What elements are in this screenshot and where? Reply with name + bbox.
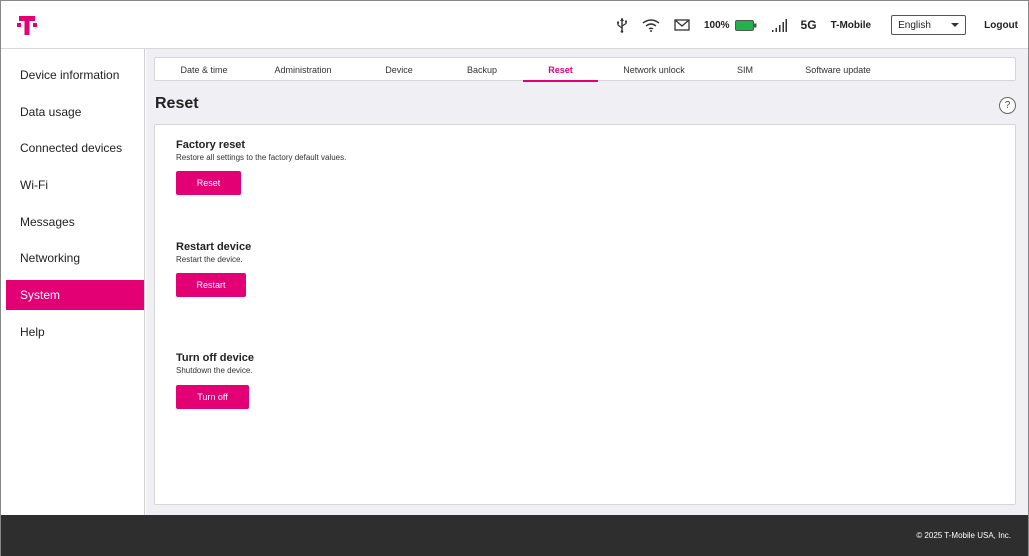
turn-off-button[interactable]: Turn off bbox=[176, 385, 249, 409]
section-description: Restore all settings to the factory defa… bbox=[176, 153, 347, 162]
sidebar-item-networking[interactable]: Networking bbox=[6, 243, 144, 273]
tab-software-update[interactable]: Software update bbox=[791, 58, 885, 82]
factory-reset-section: Factory reset Restore all settings to th… bbox=[176, 139, 346, 162]
copyright-text: © 2025 T-Mobile USA, Inc. bbox=[916, 531, 1011, 540]
chevron-down-icon bbox=[951, 23, 960, 27]
sidebar-item-messages[interactable]: Messages bbox=[6, 207, 144, 237]
restart-button[interactable]: Restart bbox=[176, 273, 246, 297]
tab-sim[interactable]: SIM bbox=[723, 58, 767, 82]
tab-bar: Date & time Administration Device Backup… bbox=[154, 57, 1016, 82]
sidebar-item-help[interactable]: Help bbox=[6, 317, 144, 347]
t-mobile-logo[interactable] bbox=[17, 14, 37, 36]
page-title: Reset bbox=[155, 95, 199, 112]
language-select[interactable]: English bbox=[891, 15, 967, 35]
signal-icon bbox=[771, 18, 787, 32]
tab-administration[interactable]: Administration bbox=[265, 58, 341, 82]
sidebar-item-wifi[interactable]: Wi-Fi bbox=[6, 170, 144, 200]
tab-date-time[interactable]: Date & time bbox=[171, 58, 237, 82]
wifi-icon[interactable] bbox=[642, 18, 660, 32]
mail-icon[interactable] bbox=[674, 19, 690, 31]
section-description: Shutdown the device. bbox=[176, 366, 253, 375]
section-title: Turn off device bbox=[176, 352, 255, 364]
sidebar-item-connected-devices[interactable]: Connected devices bbox=[6, 133, 144, 163]
section-description: Restart the device. bbox=[176, 255, 243, 264]
top-bar: 100% 5G T-Mobile English Logout bbox=[1, 1, 1028, 49]
help-button[interactable]: ? bbox=[999, 97, 1016, 114]
language-value: English bbox=[898, 19, 931, 31]
tab-network-unlock[interactable]: Network unlock bbox=[615, 58, 693, 82]
app-window: 100% 5G T-Mobile English Logout Device i… bbox=[0, 0, 1029, 556]
network-type: 5G bbox=[800, 18, 817, 32]
sidebar-item-system[interactable]: System bbox=[6, 280, 144, 310]
turn-off-device-section: Turn off device Shutdown the device. bbox=[176, 352, 254, 375]
section-title: Restart device bbox=[176, 241, 252, 253]
footer: © 2025 T-Mobile USA, Inc. bbox=[1, 515, 1028, 556]
logout-link[interactable]: Logout bbox=[984, 20, 1018, 31]
tab-reset[interactable]: Reset bbox=[523, 58, 598, 82]
sidebar-item-data-usage[interactable]: Data usage bbox=[6, 97, 144, 127]
battery-icon bbox=[734, 19, 757, 31]
factory-reset-button[interactable]: Reset bbox=[176, 171, 241, 195]
reset-card: Factory reset Restore all settings to th… bbox=[154, 124, 1016, 505]
sidebar: Device information Data usage Connected … bbox=[1, 49, 146, 515]
battery-percent: 100% bbox=[703, 19, 730, 31]
usb-icon bbox=[616, 17, 628, 33]
sidebar-item-device-information[interactable]: Device information bbox=[6, 60, 144, 90]
main-content: Date & time Administration Device Backup… bbox=[146, 49, 1028, 515]
restart-device-section: Restart device Restart the device. bbox=[176, 241, 251, 264]
status-area: 100% 5G T-Mobile English Logout bbox=[602, 1, 1020, 49]
carrier-name: T-Mobile bbox=[830, 19, 872, 31]
tab-device[interactable]: Device bbox=[377, 58, 421, 82]
tab-backup[interactable]: Backup bbox=[457, 58, 507, 82]
sidebar-divider bbox=[144, 49, 145, 515]
section-title: Factory reset bbox=[176, 139, 246, 151]
